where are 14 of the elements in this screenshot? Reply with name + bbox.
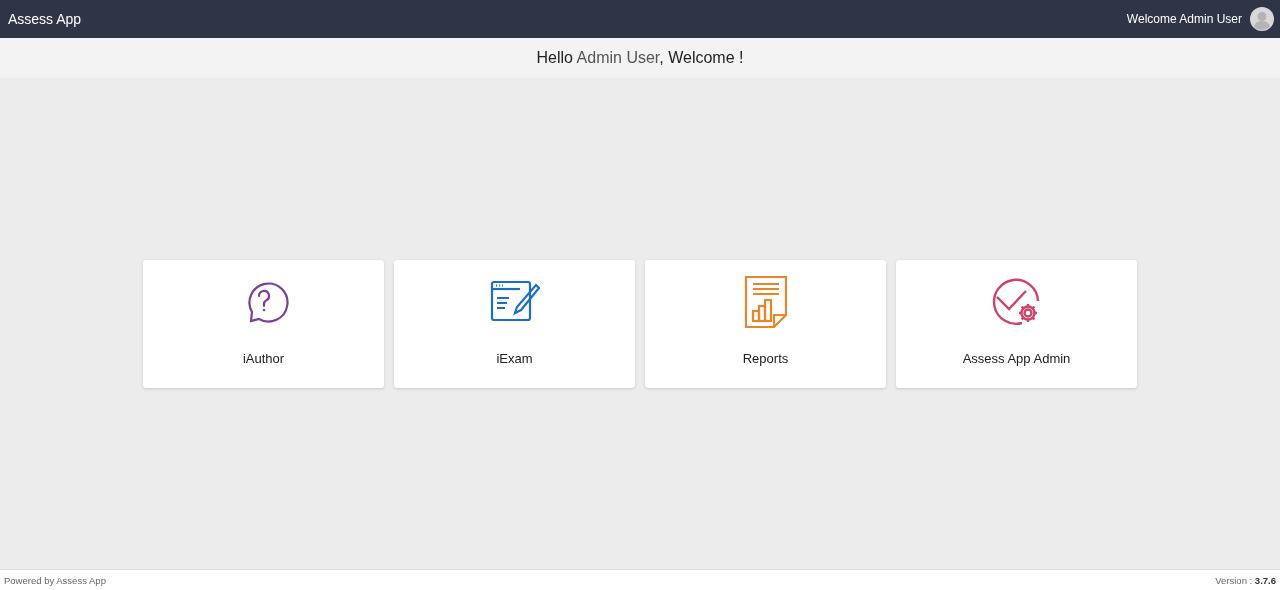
app-title[interactable]: Assess App xyxy=(8,11,82,27)
tile-label: iAuthor xyxy=(242,350,285,366)
version-text: Version : 3.7.6 xyxy=(1215,574,1276,586)
tile-label: Reports xyxy=(742,350,789,366)
welcome-user-text: Welcome Admin User xyxy=(1126,12,1242,26)
user-avatar-icon[interactable] xyxy=(1250,7,1274,31)
app-tile[interactable]: iExam xyxy=(394,259,635,388)
greeting-text: Hello Admin User, Welcome ! xyxy=(536,49,744,67)
powered-by-text: Powered by Assess App xyxy=(4,574,106,586)
tile-label: iExam xyxy=(496,350,533,366)
app-tile[interactable]: Reports xyxy=(645,259,886,388)
app-tile[interactable]: iAuthor xyxy=(143,259,384,388)
tile-label: Assess App Admin xyxy=(962,350,1071,366)
app-tile[interactable]: Assess App Admin xyxy=(896,259,1137,388)
